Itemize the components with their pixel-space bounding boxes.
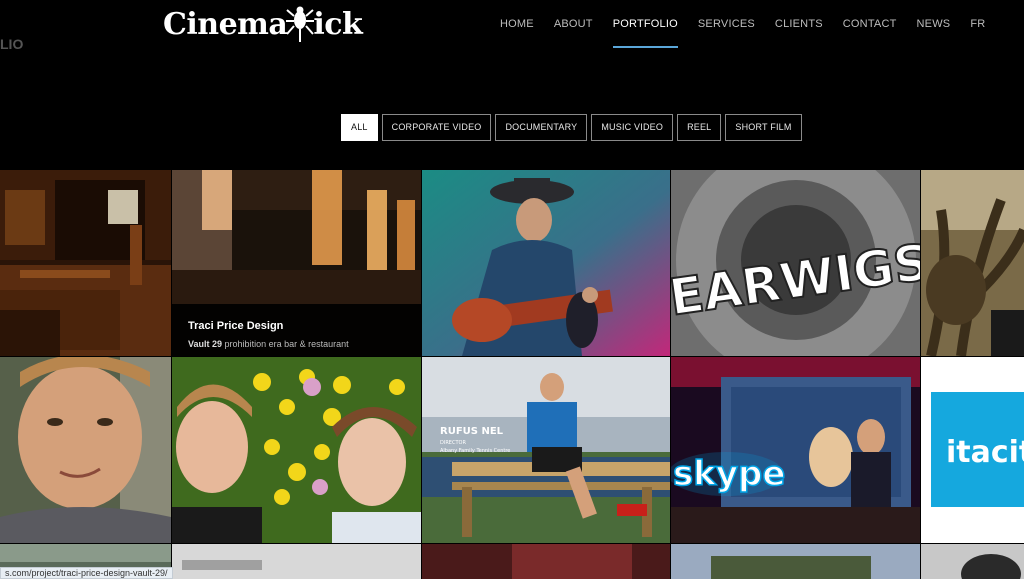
portfolio-item-tree[interactable] <box>921 170 1024 356</box>
itacit-logo-text: itacit <box>946 435 1024 470</box>
nav-contact[interactable]: CONTACT <box>843 18 897 30</box>
portfolio-item-itacit[interactable]: itacit <box>921 357 1024 543</box>
rufus-org-text: Albany Family Tennis Centre <box>440 448 510 454</box>
portfolio-filters: ALL CORPORATE VIDEO DOCUMENTARY MUSIC VI… <box>341 114 806 141</box>
tick-bug-icon <box>286 6 315 42</box>
portfolio-item-row3-3[interactable] <box>422 544 670 579</box>
filter-corporate-video[interactable]: CORPORATE VIDEO <box>381 114 492 141</box>
logo-text-right: ick <box>313 6 363 42</box>
nav-services[interactable]: SERVICES <box>698 18 755 30</box>
nav-portfolio[interactable]: PORTFOLIO <box>612 18 679 48</box>
caption-subtitle: Vault 29 prohibition era bar & restauran… <box>188 339 349 349</box>
portfolio-item-row3-2[interactable] <box>172 544 421 579</box>
rufus-name-text: RUFUS NEL <box>440 426 504 437</box>
nav-about[interactable]: ABOUT <box>554 18 593 30</box>
nav-home[interactable]: HOME <box>500 18 534 30</box>
portfolio-item-couple-flowers[interactable] <box>172 357 421 543</box>
portfolio-item-country-singer[interactable] <box>422 170 670 356</box>
filter-music-video[interactable]: MUSIC VIDEO <box>591 114 674 141</box>
portfolio-item-row3-4[interactable] <box>671 544 920 579</box>
portfolio-item-boy-portrait[interactable] <box>0 357 171 543</box>
portfolio-item-traci-price-design[interactable]: Traci Price Design Vault 29 prohibition … <box>172 170 421 356</box>
portfolio-item-skype[interactable]: skype <box>671 357 920 543</box>
partial-page-title: LIO <box>0 36 24 52</box>
portfolio-item-rufus-nel[interactable]: RUFUS NEL DIRECTOR Albany Family Tennis … <box>422 357 670 543</box>
portfolio-item-bar-interior[interactable] <box>0 170 171 356</box>
portfolio-item-row3-5[interactable] <box>921 544 1024 579</box>
filter-all[interactable]: ALL <box>341 114 378 141</box>
main-nav: HOME ABOUT PORTFOLIO SERVICES CLIENTS CO… <box>500 18 1005 48</box>
filter-reel[interactable]: REEL <box>677 114 722 141</box>
portfolio-grid: Traci Price Design Vault 29 prohibition … <box>0 170 1024 579</box>
rufus-role-text: DIRECTOR <box>440 440 466 446</box>
filter-short-film[interactable]: SHORT FILM <box>725 114 802 141</box>
site-header: Cinema ick LIO HOME ABOUT PORTFOLIO SERV… <box>0 0 1024 52</box>
nav-clients[interactable]: CLIENTS <box>775 18 823 30</box>
caption-title: Traci Price Design <box>188 320 284 332</box>
nav-language-fr[interactable]: FR <box>970 18 985 30</box>
filter-documentary[interactable]: DOCUMENTARY <box>495 114 588 141</box>
skype-logo-text: skype <box>673 454 785 494</box>
portfolio-item-earwigs[interactable]: EARWIGS <box>671 170 920 356</box>
browser-status-url: s.com/project/traci-price-design-vault-2… <box>0 567 173 579</box>
cinematick-logo[interactable]: Cinema ick <box>163 2 363 46</box>
portfolio-item-caption: Traci Price Design Vault 29 prohibition … <box>172 304 421 356</box>
logo-text-left: Cinema <box>163 6 288 42</box>
nav-news[interactable]: NEWS <box>917 18 951 30</box>
